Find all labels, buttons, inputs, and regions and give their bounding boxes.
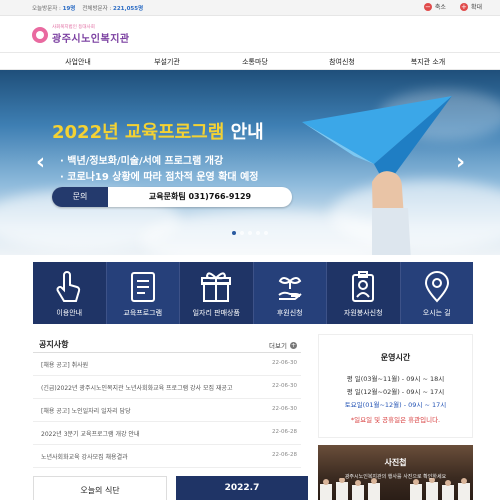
hero-title-rest: 안내 [224,122,264,143]
nav-item-community[interactable]: 소통마당 [242,57,268,67]
notice-row[interactable]: 2022년 3분기 교육프로그램 개강 안내 22-06-28 [33,422,301,445]
quick-item-sponsor[interactable]: 후원신청 [253,262,327,324]
slide-indicators [232,231,268,235]
contact-bar: 문의 교육문화팀 031)766-9129 [52,187,292,207]
hero-line-2: · 코로나19 상황에 따라 점차적 운영 확대 예정 [60,172,259,183]
photo-album-title: 사진첩 [384,458,407,467]
main-navigation: 사업안내 부설기관 소통마당 참여신청 복지관 소개 [0,52,500,70]
hero-slider: 2022년 교육프로그램 안내 · 백년/정보화/미술/서예 프로그램 개강 ·… [0,70,500,255]
notice-row-date: 22-06-30 [272,360,297,366]
hours-weekday-summer: 평 일(03월~11월) - 09시 ~ 18시 [346,375,445,383]
hours-title: 운영시간 [380,353,411,362]
choir-photo-image [320,478,470,500]
quick-item-guide[interactable]: 이용안내 [33,262,107,324]
hours-closed-note: *일요일 및 공휴일은 휴관입니다. [350,416,441,424]
notice-row[interactable]: [채용 공고] 노인일자리 일자리 담당 22-06-30 [33,399,301,422]
notice-row[interactable]: 노년사회화교육 강사모집 채용결과 22-06-28 [33,445,301,468]
today-visitors-label: 오늘방문자 : [32,6,61,12]
quick-item-volunteer[interactable]: 자원봉사신청 [327,262,401,324]
hero-title: 2022년 교육프로그램 안내 [52,118,264,144]
quick-item-education[interactable]: 교육프로그램 [106,262,180,324]
quick-item-directions[interactable]: 오시는 길 [400,262,473,324]
notice-row-title: [채용 공고] 취사원 [41,362,89,369]
notice-board: 공지사항 더보기 + [채용 공고] 취사원 22-06-30 (긴급)2022… [33,337,301,468]
quick-item-label: 후원신청 [276,309,303,317]
hero-title-highlight: 2022년 교육프로그램 [52,122,225,143]
slide-dot[interactable] [264,231,268,235]
today-visitors-value: 19명 [62,6,76,12]
plus-icon: + [459,2,468,11]
notice-row[interactable]: [채용 공고] 취사원 22-06-30 [33,353,301,376]
paper-plane-illustration [302,96,452,255]
hours-weekday-winter: 평 일(12월~02월) - 09시 ~ 17시 [346,388,445,396]
calendar-month-header: 2022.7 [176,476,308,500]
top-utility-bar: 오늘방문자 : 19명 전체방문자 : 221,055명 − 축소 + 확대 [0,0,500,16]
contact-value: 교육문화팀 031)766-9129 [148,192,252,201]
quick-item-label: 오시는 길 [422,309,451,317]
document-icon [130,272,155,302]
notice-row-date: 22-06-28 [272,452,297,458]
notice-row[interactable]: (긴급)2022년 광주시노인복지관 노년사회화교육 프로그램 강사 모집 재공… [33,376,301,399]
zoom-out-button[interactable]: − 축소 [423,2,446,11]
zoom-in-label: 확대 [470,4,482,11]
quick-item-label: 자원봉사신청 [343,309,383,317]
notice-row-date: 22-06-28 [272,429,297,435]
notice-row-date: 22-06-30 [272,406,297,412]
notice-row-title: 2022년 3분기 교육프로그램 개강 안내 [41,431,140,438]
notice-row-title: 노년사회화교육 강사모집 채용결과 [41,454,128,461]
site-header: 사회복지법인 등대사회 광주시노인복지관 [0,16,500,52]
quick-menu: 이용안내 교육프로그램 일자리 판매상품 후원신청 자원봉사신청 오시는 길 [33,262,473,324]
slide-dot[interactable] [256,231,260,235]
nav-item-apply[interactable]: 참여신청 [329,57,355,67]
nav-item-services[interactable]: 사업안내 [65,57,91,67]
hand-pointer-icon [56,271,81,302]
zoom-controls: − 축소 + 확대 [423,2,482,11]
next-slide-button[interactable]: › [456,150,465,175]
visitor-stats: 오늘방문자 : 19명 전체방문자 : 221,055명 [32,4,143,12]
hero-line-1: · 백년/정보화/미술/서예 프로그램 개강 [60,156,224,167]
quick-item-label: 교육프로그램 [123,309,163,317]
slide-dot[interactable] [232,231,236,235]
logo-title: 광주시노인복지관 [52,34,130,45]
plus-icon: + [290,341,297,349]
id-badge-icon [352,271,375,302]
logo-emblem-icon [32,26,48,43]
quick-item-label: 일자리 판매상품 [192,309,240,317]
minus-icon: − [423,2,432,11]
gift-box-icon [201,272,232,302]
more-label: 더보기 [269,342,287,350]
contact-label: 문의 [52,187,108,207]
notice-header: 공지사항 더보기 + [33,337,301,353]
prev-slide-button[interactable]: ‹ [36,150,45,175]
nav-item-affiliates[interactable]: 부설기관 [154,57,180,67]
zoom-out-label: 축소 [434,4,446,11]
slide-dot[interactable] [248,231,252,235]
nav-item-about[interactable]: 복지관 소개 [411,57,445,67]
quick-item-products[interactable]: 일자리 판매상품 [180,262,254,324]
hours-saturday: 토요일(01월~12월) - 09시 ~ 17시 [344,401,447,409]
calendar-month: 2022.7 [224,483,260,493]
notice-row-title: [채용 공고] 노인일자리 일자리 담당 [41,408,131,415]
slide-dot[interactable] [240,231,244,235]
total-visitors-label: 전체방문자 : [82,6,112,12]
quick-item-label: 이용안내 [56,309,83,317]
plant-hand-icon [278,277,302,300]
operating-hours: 운영시간 평 일(03월~11월) - 09시 ~ 18시 평 일(12월~02… [318,334,473,438]
total-visitors-value: 221,055명 [113,6,144,12]
site-logo[interactable]: 사회복지법인 등대사회 광주시노인복지관 [32,24,130,45]
notice-row-title: (긴급)2022년 광주시노인복지관 노년사회화교육 프로그램 강사 모집 재공… [41,385,233,392]
zoom-in-button[interactable]: + 확대 [459,2,482,11]
meal-title: 오늘의 식단 [80,486,120,495]
todays-meal-panel[interactable]: 오늘의 식단 [33,476,167,500]
notice-title: 공지사항 [39,340,69,349]
photo-album-subtitle: 광주시노인복지관의 행사를 사진으로 확인하세요 [344,474,447,480]
notice-more-link[interactable]: 더보기 + [269,340,297,350]
photo-album-banner[interactable]: 사진첩 광주시노인복지관의 행사를 사진으로 확인하세요 [318,445,473,500]
map-pin-icon [424,271,449,303]
notice-row-date: 22-06-30 [272,383,297,389]
